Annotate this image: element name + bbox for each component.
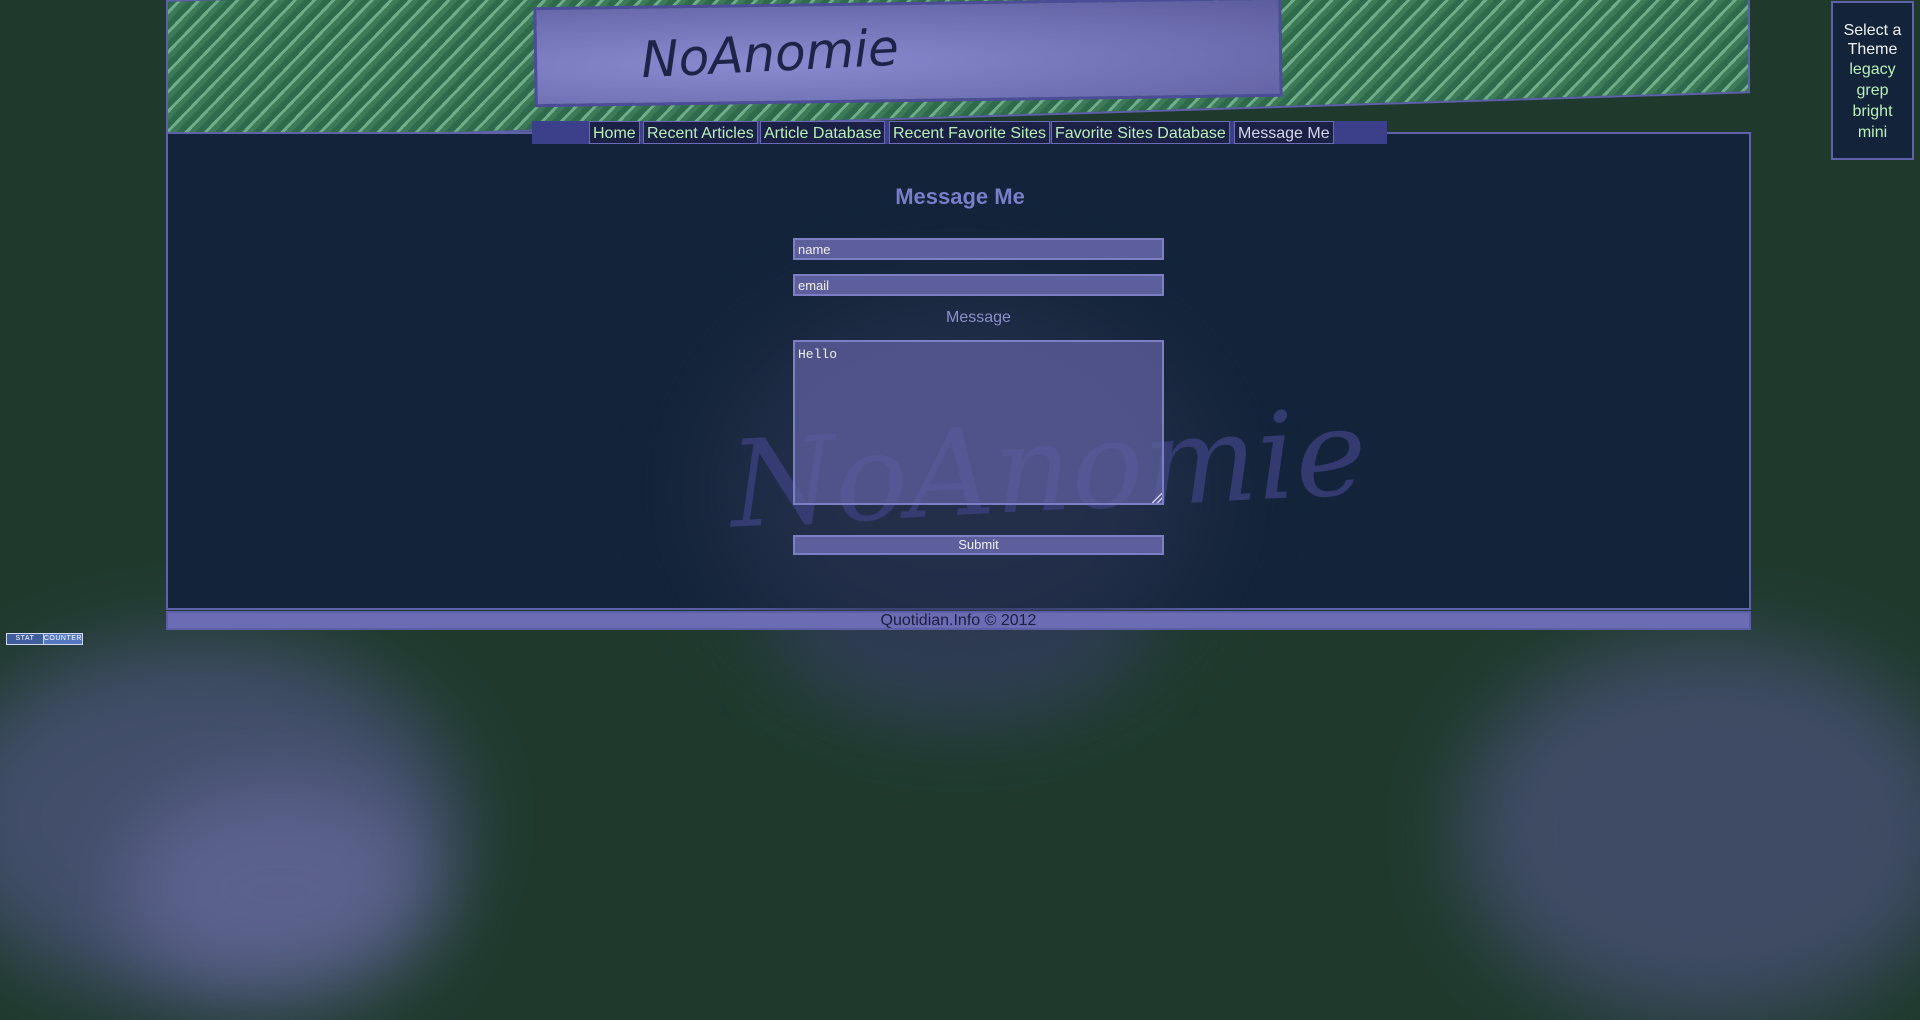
nav-article-database[interactable]: Article Database [760,121,886,144]
nav-recent-favorite-sites[interactable]: Recent Favorite Sites [889,121,1050,144]
submit-button[interactable]: Submit [793,535,1164,555]
message-label: Message [946,309,1011,326]
name-field[interactable]: name [793,238,1164,260]
nav-favorite-sites-database[interactable]: Favorite Sites Database [1051,121,1230,144]
statcounter-label-left: STAT [15,635,35,642]
site-logo[interactable]: NoAnomie [533,0,1283,108]
background-texture-right [1460,640,1920,1020]
nav-recent-articles[interactable]: Recent Articles [643,121,758,144]
page-title: Message Me [895,184,1025,209]
theme-option-legacy[interactable]: legacy [1833,59,1912,80]
footer-copyright: Quotidian.Info © 2012 [880,612,1037,629]
statcounter-badge[interactable]: STAT COUNTER [6,633,83,645]
theme-option-mini[interactable]: mini [1833,122,1912,143]
theme-selector-title-line2: Theme [1847,41,1898,58]
theme-option-grep[interactable]: grep [1833,80,1912,101]
theme-selector: Select a Theme legacy grep bright mini [1831,1,1914,160]
resize-handle-icon[interactable] [1152,493,1162,503]
theme-option-bright[interactable]: bright [1833,101,1912,122]
message-textarea[interactable]: Hello [793,340,1164,505]
logo-text: NoAnomie [639,18,901,90]
nav-message-me[interactable]: Message Me [1234,121,1334,144]
footer: Quotidian.Info © 2012 [166,611,1751,630]
theme-selector-title-line1: Select a [1843,22,1902,39]
email-field[interactable]: email [793,274,1164,296]
nav-home[interactable]: Home [589,121,640,144]
statcounter-label-right: COUNTER [42,634,82,644]
background-texture-left-highlight [120,780,440,1000]
